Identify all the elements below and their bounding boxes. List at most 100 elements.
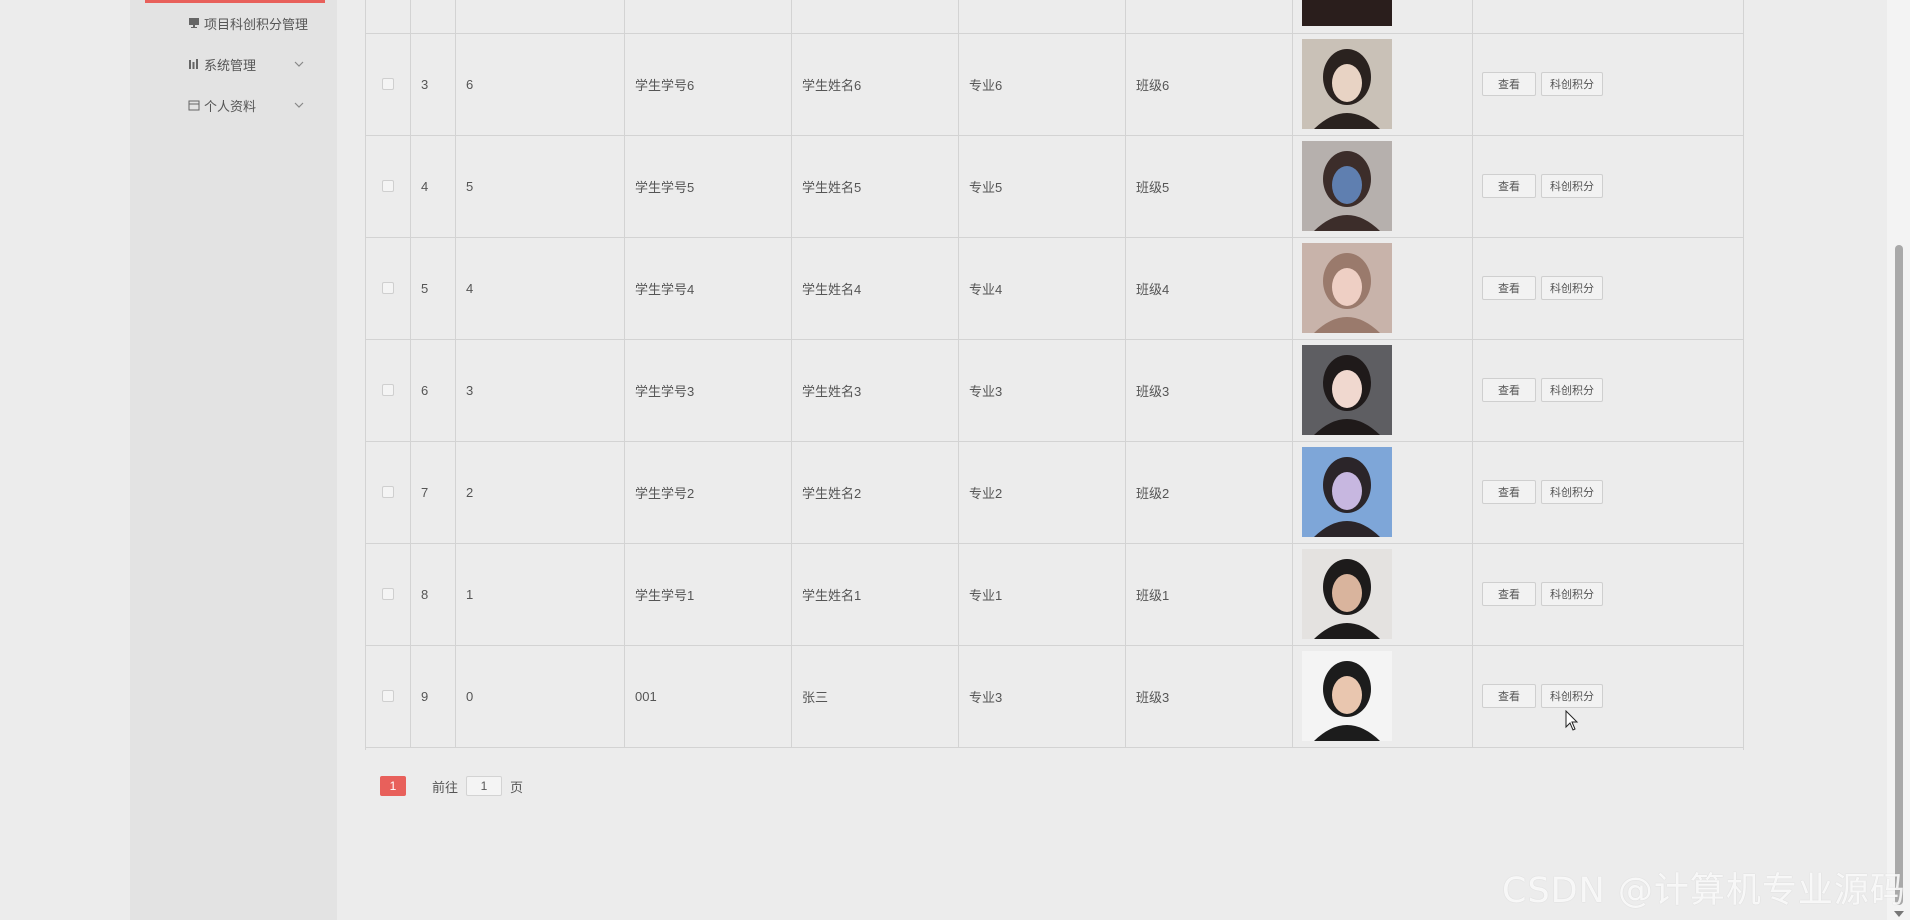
table-cell: [456, 0, 625, 33]
student-no-cell: 学生学号6: [625, 33, 792, 135]
photo-cell: [1293, 135, 1473, 237]
actions-cell: 查看 科创积分: [1473, 339, 1743, 441]
view-button[interactable]: 查看: [1482, 480, 1536, 504]
student-name-cell: 学生姓名1: [792, 543, 959, 645]
major-cell: 专业4: [959, 237, 1126, 339]
student-photo: [1302, 141, 1392, 231]
student-name-cell: 学生姓名5: [792, 135, 959, 237]
row-checkbox[interactable]: [382, 588, 394, 600]
mouse-cursor-icon: [1565, 710, 1579, 731]
row-checkbox[interactable]: [382, 690, 394, 702]
select-cell[interactable]: [366, 441, 411, 543]
photo-cell: [1293, 33, 1473, 135]
student-photo: [1302, 345, 1392, 435]
student-no-cell: 001: [625, 645, 792, 747]
actions-cell: 查看 科创积分: [1473, 135, 1743, 237]
score-button[interactable]: 科创积分: [1541, 174, 1603, 198]
photo-cell: [1293, 543, 1473, 645]
select-cell[interactable]: [366, 33, 411, 135]
table-cell: [1473, 0, 1743, 33]
score-button[interactable]: 科创积分: [1541, 378, 1603, 402]
sidebar-item-profile[interactable]: 个人资料: [130, 90, 337, 120]
select-cell[interactable]: [366, 543, 411, 645]
class-cell: 班级4: [1126, 237, 1293, 339]
select-cell[interactable]: [366, 645, 411, 747]
score-button[interactable]: 科创积分: [1541, 276, 1603, 300]
student-no-cell: 学生学号3: [625, 339, 792, 441]
index-cell: 6: [411, 339, 456, 441]
major-cell: 专业6: [959, 33, 1126, 135]
score-button[interactable]: 科创积分: [1541, 480, 1603, 504]
student-photo: [1302, 39, 1392, 129]
photo-cell: [1293, 237, 1473, 339]
photo-cell: [1293, 339, 1473, 441]
student-name-cell: 学生姓名2: [792, 441, 959, 543]
index-cell: 9: [411, 645, 456, 747]
index-cell: 5: [411, 237, 456, 339]
student-name-cell: 学生姓名4: [792, 237, 959, 339]
actions-cell: 查看 科创积分: [1473, 645, 1743, 747]
row-checkbox[interactable]: [382, 486, 394, 498]
view-button[interactable]: 查看: [1482, 378, 1536, 402]
page-unit-label: 页: [510, 779, 524, 795]
class-cell: 班级3: [1126, 339, 1293, 441]
view-button[interactable]: 查看: [1482, 684, 1536, 708]
table-cell: [625, 0, 792, 33]
page-number-current[interactable]: 1: [380, 776, 406, 796]
calendar-icon: [188, 100, 200, 111]
view-button[interactable]: 查看: [1482, 276, 1536, 300]
sidebar-item-label: 项目科创积分管理: [204, 16, 309, 32]
sidebar-item-system-management[interactable]: 系统管理: [130, 49, 337, 79]
row-checkbox[interactable]: [382, 384, 394, 396]
actions-cell: 查看 科创积分: [1473, 237, 1743, 339]
scrollbar-thumb[interactable]: [1895, 245, 1903, 905]
goto-label: 前往: [432, 779, 459, 795]
score-button[interactable]: 科创积分: [1541, 72, 1603, 96]
table-row: 9 0 001 张三 专业3 班级3 查看 科创积分: [366, 645, 1743, 748]
id-cell: 5: [456, 135, 625, 237]
sidebar-item-label: 个人资料: [204, 98, 257, 114]
student-photo: [1302, 447, 1392, 537]
view-button[interactable]: 查看: [1482, 72, 1536, 96]
sidebar-item-project-score[interactable]: 项目科创积分管理: [130, 8, 337, 38]
goto-page-input[interactable]: 1: [466, 776, 503, 796]
student-no-cell: 学生学号5: [625, 135, 792, 237]
id-cell: 4: [456, 237, 625, 339]
row-checkbox[interactable]: [382, 78, 394, 90]
class-cell: 班级1: [1126, 543, 1293, 645]
row-checkbox[interactable]: [382, 180, 394, 192]
sidebar-item-label: 系统管理: [204, 57, 257, 73]
row-checkbox[interactable]: [382, 282, 394, 294]
vertical-scrollbar[interactable]: [1887, 0, 1910, 920]
view-button[interactable]: 查看: [1482, 174, 1536, 198]
table-row: 8 1 学生学号1 学生姓名1 专业1 班级1 查看 科创积分: [366, 543, 1743, 646]
select-cell[interactable]: [366, 339, 411, 441]
index-cell: 3: [411, 33, 456, 135]
class-cell: 班级6: [1126, 33, 1293, 135]
table-row: 3 6 学生学号6 学生姓名6 专业6 班级6 查看 科创积分: [366, 33, 1743, 136]
select-cell[interactable]: [366, 135, 411, 237]
watermark: CSDN @计算机专业源码: [1502, 871, 1906, 911]
select-cell[interactable]: [366, 237, 411, 339]
major-cell: 专业3: [959, 645, 1126, 747]
id-cell: 0: [456, 645, 625, 747]
sidebar-active-indicator: [145, 0, 325, 3]
student-photo: [1302, 0, 1392, 26]
chevron-down-icon: [294, 61, 304, 67]
id-cell: 6: [456, 33, 625, 135]
actions-cell: 查看 科创积分: [1473, 33, 1743, 135]
table-cell: [411, 0, 456, 33]
class-cell: 班级3: [1126, 645, 1293, 747]
major-cell: 专业3: [959, 339, 1126, 441]
table-cell: [959, 0, 1126, 33]
table-row: 5 4 学生学号4 学生姓名4 专业4 班级4 查看 科创积分: [366, 237, 1743, 340]
class-cell: 班级5: [1126, 135, 1293, 237]
table-cell: [792, 0, 959, 33]
table-row: 6 3 学生学号3 学生姓名3 专业3 班级3 查看 科创积分: [366, 339, 1743, 442]
major-cell: 专业2: [959, 441, 1126, 543]
score-button[interactable]: 科创积分: [1541, 684, 1603, 708]
score-button[interactable]: 科创积分: [1541, 582, 1603, 606]
view-button[interactable]: 查看: [1482, 582, 1536, 606]
student-name-cell: 张三: [792, 645, 959, 747]
bar-chart-icon: [189, 59, 198, 69]
